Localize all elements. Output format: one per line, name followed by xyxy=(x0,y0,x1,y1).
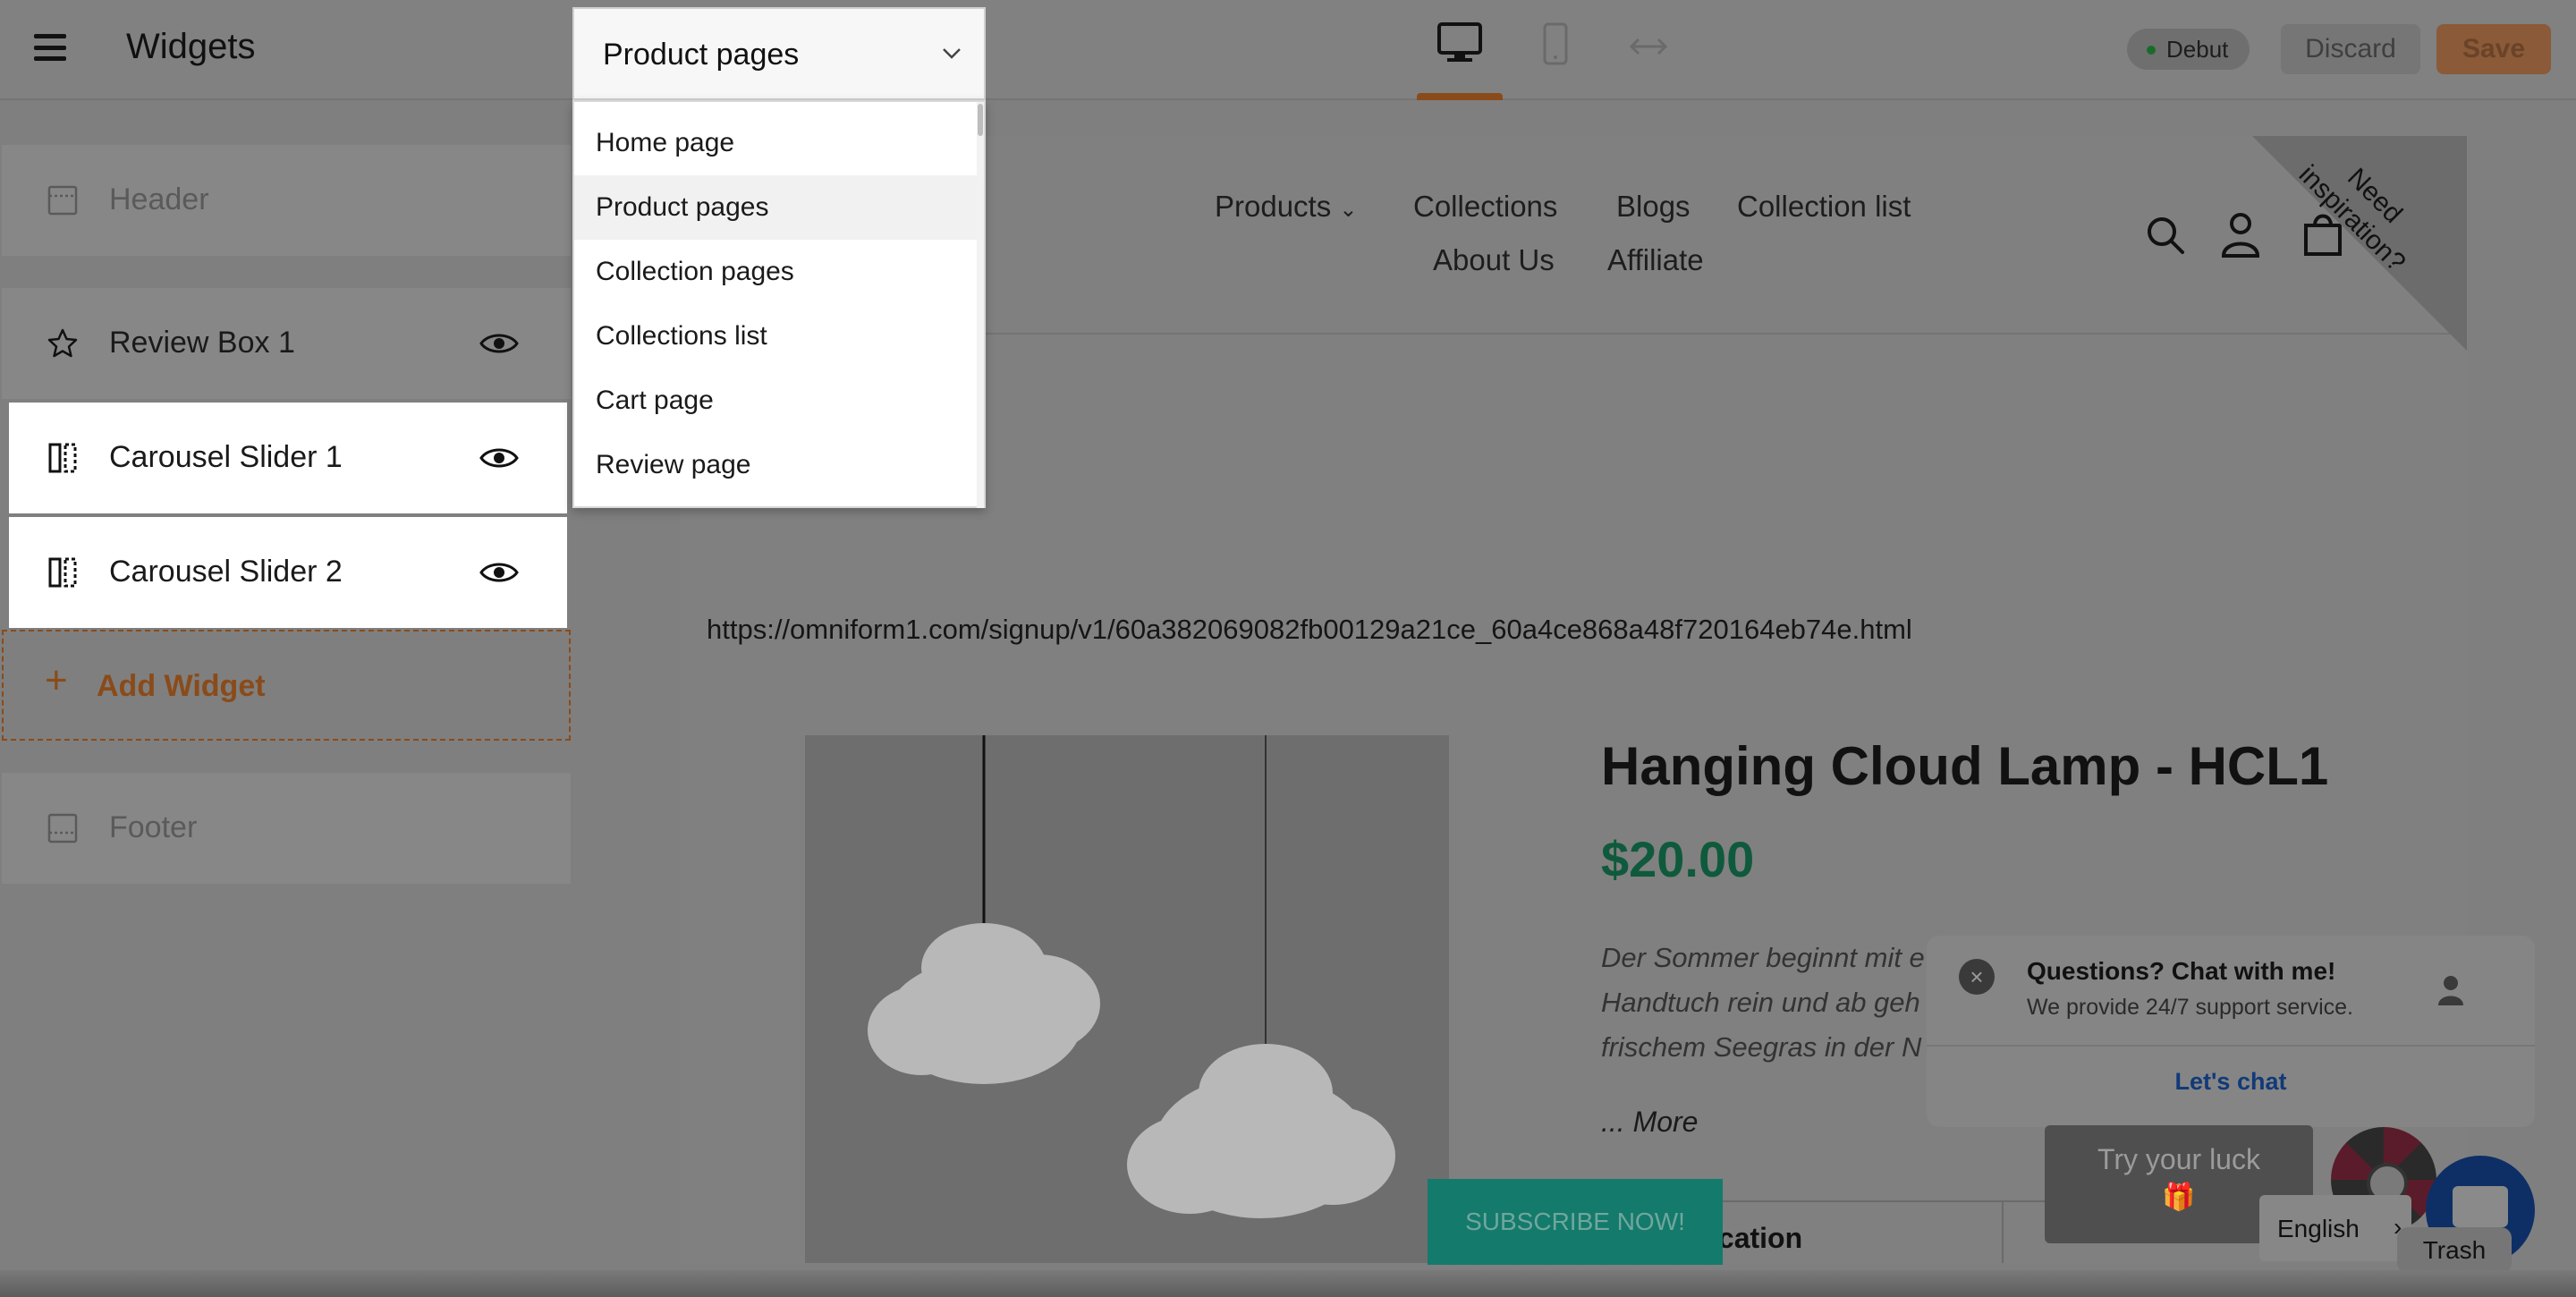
footer-layout-icon xyxy=(47,813,78,843)
plus-icon: + xyxy=(45,658,68,702)
dropdown-option-collection-pages[interactable]: Collection pages xyxy=(574,240,979,304)
dropdown-option-cart-page[interactable]: Cart page xyxy=(574,369,979,433)
widgets-sidebar: Header Review Box 1 Carousel Slider 1 Ca… xyxy=(0,100,572,1297)
close-icon[interactable]: × xyxy=(1959,959,1995,995)
widget-label: Review Box 1 xyxy=(109,326,295,360)
subscribe-now-button[interactable]: SUBSCRIBE NOW! xyxy=(1428,1179,1723,1265)
signup-url: https://omniform1.com/signup/v1/60a38206… xyxy=(707,614,1912,645)
chat-title: Questions? Chat with me! xyxy=(2027,957,2336,985)
bottom-edge xyxy=(0,1270,2576,1297)
star-icon xyxy=(47,328,78,358)
page-type-select[interactable]: Product pages xyxy=(572,7,986,100)
app-title: Widgets xyxy=(126,27,256,66)
trash-tooltip: Trash xyxy=(2397,1227,2512,1274)
nav-products[interactable]: Products ⌄ xyxy=(1215,190,1358,224)
chat-popup: × Questions? Chat with me! We provide 24… xyxy=(1927,936,2535,1127)
dropdown-option-product-pages[interactable]: Product pages xyxy=(574,175,979,240)
active-device-indicator xyxy=(1417,93,1503,100)
scrollbar-thumb[interactable] xyxy=(978,104,983,136)
description-line: Handtuch rein und ab geh xyxy=(1601,987,1920,1018)
status-dot-icon xyxy=(2147,46,2156,55)
theme-badge: Debut xyxy=(2127,29,2250,70)
nav-blogs[interactable]: Blogs xyxy=(1616,190,1690,224)
nav-collections[interactable]: Collections xyxy=(1413,190,1557,224)
chat-bubble-icon xyxy=(2453,1186,2508,1227)
top-bar: Widgets Debut Discard Save xyxy=(0,0,2576,100)
product-image[interactable] xyxy=(805,735,1449,1263)
product-title: Hanging Cloud Lamp - HCL1 xyxy=(1601,736,2329,796)
header-section-label: Header xyxy=(109,182,209,216)
desktop-view-icon[interactable] xyxy=(1436,21,1483,69)
eye-visibility-icon[interactable] xyxy=(479,329,519,358)
chevron-down-icon xyxy=(943,48,961,59)
mobile-view-icon[interactable] xyxy=(1542,21,1569,71)
theme-badge-label: Debut xyxy=(2166,36,2229,63)
hamburger-menu-icon[interactable] xyxy=(34,34,66,61)
dropdown-option-review-page[interactable]: Review page xyxy=(574,433,979,497)
save-button[interactable]: Save xyxy=(2436,24,2551,74)
eye-visibility-icon[interactable] xyxy=(479,558,519,587)
description-line: Der Sommer beginnt mit e xyxy=(1601,942,1925,973)
header-layout-icon xyxy=(47,185,78,216)
specification-tab-label[interactable]: ication xyxy=(1710,1222,1802,1255)
lets-chat-button[interactable]: Let's chat xyxy=(1927,1068,2535,1096)
search-icon[interactable] xyxy=(2143,213,2188,258)
full-width-view-icon[interactable] xyxy=(1628,36,1669,62)
add-widget-button[interactable]: + Add Widget xyxy=(2,630,571,741)
header-section[interactable]: Header xyxy=(2,145,571,256)
eye-visibility-icon[interactable] xyxy=(479,444,519,472)
widget-review-box-1[interactable]: Review Box 1 xyxy=(2,288,571,399)
description-line: frischem Seegras in der N xyxy=(1601,1031,1922,1063)
add-widget-label: Add Widget xyxy=(97,669,266,703)
widget-label: Carousel Slider 2 xyxy=(109,555,343,589)
dropdown-option-collections-list[interactable]: Collections list xyxy=(574,304,979,369)
discard-button[interactable]: Discard xyxy=(2281,24,2420,74)
page-type-select-value: Product pages xyxy=(603,38,800,72)
page-type-dropdown-menu: Home page Product pages Collection pages… xyxy=(572,100,986,508)
product-description: Der Sommer beginnt mit e Handtuch rein u… xyxy=(1601,936,1941,1070)
product-price: $20.00 xyxy=(1601,831,1755,887)
widget-carousel-slider-1[interactable]: Carousel Slider 1 xyxy=(9,403,567,513)
footer-section-label: Footer xyxy=(109,810,198,844)
widget-label: Carousel Slider 1 xyxy=(109,440,343,474)
footer-section[interactable]: Footer xyxy=(2,773,571,884)
language-selector[interactable]: English › xyxy=(2259,1195,2411,1261)
try-your-luck-label: Try your luck xyxy=(2097,1143,2260,1175)
more-link[interactable]: ... More xyxy=(1601,1106,1698,1139)
carousel-icon xyxy=(48,557,77,588)
nav-about-us[interactable]: About Us xyxy=(1433,243,1555,277)
dropdown-option-home-page[interactable]: Home page xyxy=(574,111,979,175)
carousel-icon xyxy=(48,443,77,473)
dropdown-scrollbar[interactable] xyxy=(977,102,984,508)
widget-carousel-slider-2[interactable]: Carousel Slider 2 xyxy=(9,517,567,628)
chat-subtitle: We provide 24/7 support service. xyxy=(2027,995,2354,1020)
chat-divider xyxy=(1927,1045,2535,1047)
agent-avatar-icon xyxy=(2438,976,2463,1005)
language-label: English xyxy=(2277,1215,2360,1242)
tab-divider xyxy=(2002,1202,2004,1263)
nav-collection-list[interactable]: Collection list xyxy=(1737,190,1911,224)
nav-affiliate[interactable]: Affiliate xyxy=(1607,243,1704,277)
